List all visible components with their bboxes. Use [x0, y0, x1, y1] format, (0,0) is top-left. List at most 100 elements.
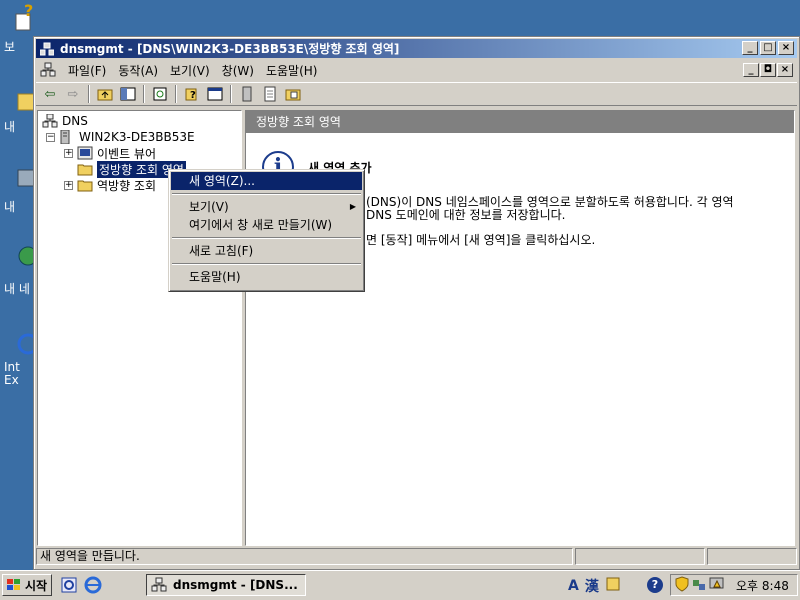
console-icon[interactable] [40, 62, 56, 78]
context-menu-refresh[interactable]: 새로 고침(F) [171, 242, 362, 260]
quick-launch [60, 576, 102, 594]
expand-toggle[interactable]: + [64, 148, 73, 158]
menu-separator [172, 193, 361, 195]
context-menu-new-zone[interactable]: 새 영역(Z)... [171, 172, 362, 190]
network-icon[interactable] [692, 576, 706, 595]
menu-view[interactable]: 보기(V) [164, 62, 216, 79]
back-button[interactable]: ⇦ [40, 85, 60, 103]
child-close-button[interactable]: × [777, 63, 793, 77]
menu-help[interactable]: 도움말(H) [260, 62, 324, 79]
desktop-label: 내 네 [4, 282, 30, 296]
toolbar-separator [230, 85, 232, 103]
refresh-button[interactable] [150, 85, 170, 103]
window-title: dnsmgmt - [DNS\WIN2K3-DE3BB53E\정방향 조회 영역… [60, 42, 400, 56]
submenu-arrow-icon: ▶ [349, 202, 356, 211]
collapse-toggle[interactable]: − [46, 132, 55, 142]
statusbar: 새 영역을 만듭니다. [36, 548, 797, 567]
toolbar: ⇦ ⇨ ? [36, 82, 797, 106]
child-minimize-button[interactable]: _ [743, 63, 759, 77]
forward-button[interactable]: ⇨ [63, 85, 83, 103]
help-button[interactable]: ? [182, 85, 202, 103]
arrow-right-icon: ⇨ [67, 86, 79, 102]
folder-icon [77, 178, 93, 192]
tree-node-server[interactable]: − WIN2K3-DE3BB53E [46, 129, 195, 145]
menu-file[interactable]: 파일(F) [62, 62, 112, 79]
svg-text:?: ? [24, 4, 33, 20]
document-icon [264, 86, 276, 102]
ime-pad-icon[interactable] [605, 576, 621, 596]
folder-button[interactable] [283, 85, 303, 103]
input-mode-a[interactable]: A [568, 578, 579, 594]
close-button[interactable]: × [778, 41, 794, 55]
folder-up-icon [97, 89, 113, 101]
language-bar: A 漢 [568, 576, 621, 596]
menu-window[interactable]: 창(W) [216, 62, 260, 79]
arrow-left-icon: ⇦ [44, 86, 56, 102]
tree-label: DNS [62, 114, 88, 128]
taskbar-button-dnsmgmt[interactable]: dnsmgmt - [DNS... [146, 574, 306, 596]
info-text-line-2: DNS 도메인에 대한 정보를 저장합니다. [366, 208, 566, 222]
desktop-label: 내 [4, 200, 16, 214]
input-mode-hanja[interactable]: 漢 [585, 576, 599, 596]
help-icon[interactable]: ? [647, 577, 663, 593]
context-menu-view[interactable]: 보기(V) ▶ [171, 198, 362, 216]
context-menu-help[interactable]: 도움말(H) [171, 268, 362, 286]
tree-node-event-viewer[interactable]: + 이벤트 뷰어 [64, 145, 156, 161]
menu-separator [172, 237, 361, 239]
toolbar-separator [143, 85, 145, 103]
console-tree-icon [120, 87, 136, 101]
server-button[interactable] [237, 85, 257, 103]
desktop-label: Ex [4, 373, 19, 387]
window-titlebar[interactable]: dnsmgmt - [DNS\WIN2K3-DE3BB53E\정방향 조회 영역… [36, 39, 797, 58]
expand-toggle[interactable]: + [64, 180, 73, 190]
properties-icon [207, 87, 223, 101]
tree-label: WIN2K3-DE3BB53E [79, 130, 195, 144]
tree-label: 이벤트 뷰어 [97, 146, 157, 161]
tree-node-reverse-zone[interactable]: + 역방향 조회 [64, 177, 156, 193]
status-cell-2 [575, 548, 706, 565]
event-viewer-icon [77, 146, 93, 160]
desktop-label: Int [4, 360, 20, 374]
tree-label: 역방향 조회 [97, 178, 157, 193]
tree-node-dns[interactable]: DNS [42, 113, 88, 129]
maximize-button[interactable]: □ [760, 41, 776, 55]
context-menu-new-window[interactable]: 여기에서 창 새로 만들기(W) [171, 216, 362, 234]
menubar: 파일(F) 동작(A) 보기(V) 창(W) 도움말(H) _ ◘ × [36, 60, 797, 80]
up-level-button[interactable] [95, 85, 115, 103]
menu-separator [172, 263, 361, 265]
status-text: 새 영역을 만듭니다. [36, 548, 574, 565]
dns-root-icon [42, 113, 58, 128]
monitor-alert-icon[interactable] [709, 576, 725, 595]
internet-explorer-icon[interactable] [84, 576, 102, 594]
toolbar-separator [175, 85, 177, 103]
help-file-icon: ? [15, 1, 33, 31]
minimize-button[interactable]: _ [742, 41, 758, 55]
menu-action[interactable]: 동작(A) [112, 62, 164, 79]
dns-app-icon [39, 42, 55, 56]
toolbar-separator [88, 85, 90, 103]
menu-item-label: 보기(V) [189, 200, 229, 214]
security-shield-icon[interactable] [675, 575, 689, 595]
system-tray: 오후 8:48 [670, 574, 798, 596]
dns-app-icon [151, 577, 167, 593]
refresh-icon [153, 87, 167, 101]
show-hide-tree-button[interactable] [118, 85, 138, 103]
properties-button[interactable] [205, 85, 225, 103]
svg-text:?: ? [190, 90, 196, 101]
desktop-icon-help[interactable]: ? [12, 1, 40, 32]
desktop-label: 보 [4, 40, 16, 54]
windows-flag-icon [6, 578, 22, 592]
folder-records-icon [285, 89, 301, 101]
start-button[interactable]: 시작 [2, 574, 52, 596]
dnsmgmt-window: dnsmgmt - [DNS\WIN2K3-DE3BB53E\정방향 조회 영역… [33, 36, 800, 570]
child-restore-button[interactable]: ◘ [760, 63, 776, 77]
desktop-show-icon[interactable] [60, 576, 78, 594]
info-text-line-3: 면 [동작] 메뉴에서 [새 영역]을 클릭하십시오. [366, 233, 596, 247]
record-button[interactable] [260, 85, 280, 103]
server-icon [242, 86, 252, 102]
clock[interactable]: 오후 8:48 [736, 577, 789, 594]
help-book-icon: ? [185, 88, 197, 101]
status-cell-3 [707, 548, 797, 565]
taskbar: 시작 dnsmgmt - [DNS... A 漢 ? 오후 8:48 [0, 570, 800, 600]
result-pane-header: 정방향 조회 영역 [246, 111, 794, 133]
